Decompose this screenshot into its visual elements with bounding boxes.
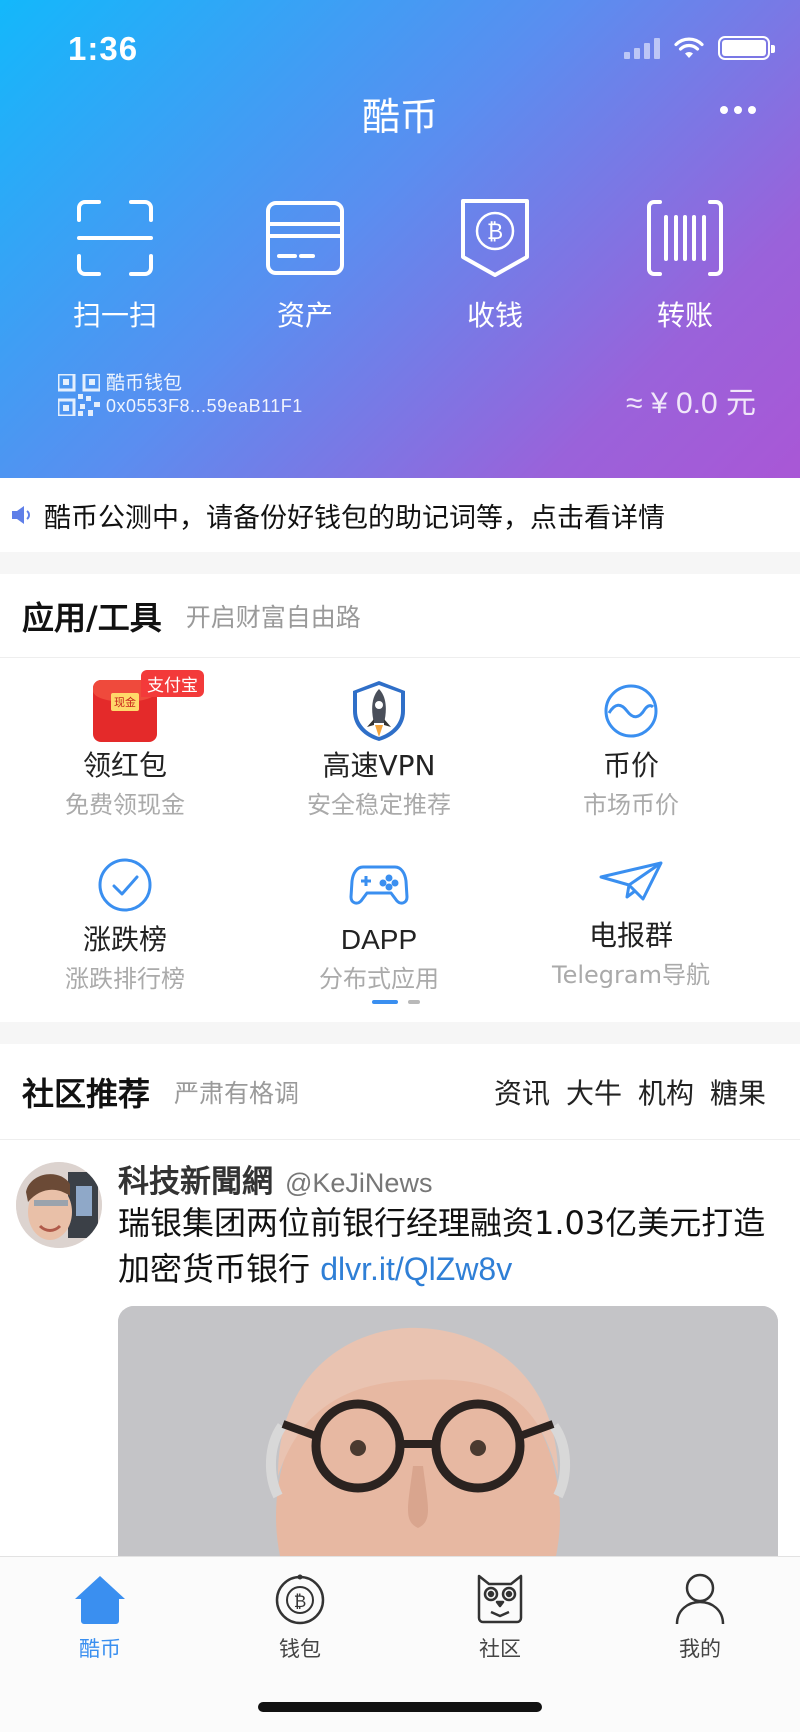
wallet-address: 0x0553F8...59eaB11F1 bbox=[106, 396, 303, 416]
tab-home[interactable]: 酷币 bbox=[0, 1571, 200, 1663]
filter-experts[interactable]: 大牛 bbox=[566, 1072, 622, 1112]
assets-button[interactable]: 资产 bbox=[210, 196, 400, 334]
tab-label: 钱包 bbox=[279, 1637, 321, 1661]
announcement-bar[interactable]: 酷币公测中，请备份好钱包的助记词等，点击看详情 bbox=[0, 478, 800, 552]
tool-name: 涨跌榜 bbox=[82, 923, 167, 956]
card-icon bbox=[263, 196, 347, 280]
tool-name: 币价 bbox=[602, 749, 659, 782]
red-packet-icon: 现金 支付宝 bbox=[90, 670, 204, 746]
user-icon bbox=[672, 1571, 728, 1627]
tool-desc: 安全稳定推荐 bbox=[307, 791, 451, 819]
filter-institutions[interactable]: 机构 bbox=[638, 1072, 694, 1112]
tab-label: 酷币 bbox=[79, 1637, 121, 1661]
tool-desc: 免费领现金 bbox=[65, 791, 185, 819]
battery-icon bbox=[718, 36, 775, 60]
tool-name: 电报群 bbox=[588, 919, 673, 952]
quick-actions: 扫一扫 资产 ₿ 收钱 转账 bbox=[0, 196, 800, 334]
wallet-info[interactable]: 酷币钱包 0x0553F8...59eaB11F1 bbox=[58, 372, 303, 418]
post-author: 科技新聞網 @KeJiNews bbox=[118, 1156, 432, 1201]
community-section-header: 社区推荐 严肃有格调 资讯 大牛 机构 糖果 bbox=[0, 1044, 800, 1140]
paper-plane-icon bbox=[596, 846, 666, 916]
wave-circle-icon bbox=[596, 676, 666, 746]
tool-dapp[interactable]: DAPP 分布式应用 bbox=[254, 850, 504, 994]
avatar[interactable] bbox=[16, 1162, 102, 1248]
tools-section-subtitle: 开启财富自由路 bbox=[185, 602, 361, 632]
author-handle[interactable]: @KeJiNews bbox=[285, 1168, 432, 1199]
scan-label: 扫一扫 bbox=[72, 299, 157, 332]
wallet-balance: ≈ ¥ 0.0 元 bbox=[626, 387, 756, 420]
tool-ranking[interactable]: 涨跌榜 涨跌排行榜 bbox=[0, 850, 250, 994]
tool-desc: 市场币价 bbox=[583, 791, 679, 819]
divider bbox=[0, 1022, 800, 1044]
cellular-signal-icon bbox=[624, 37, 660, 59]
bitcoin-wallet-icon: ₿ bbox=[272, 1571, 328, 1627]
qr-code-icon bbox=[58, 374, 100, 416]
tools-section-title: 应用/工具 bbox=[22, 598, 162, 637]
status-time: 1:36 bbox=[68, 30, 139, 67]
tool-telegram[interactable]: 电报群 Telegram导航 bbox=[506, 846, 756, 990]
feed-post[interactable]: 科技新聞網 @KeJiNews 瑞银集团两位前银行经理融资1.03亿美元打造加密… bbox=[0, 1140, 800, 1558]
cash-label: 现金 bbox=[111, 693, 139, 711]
post-text: 瑞银集团两位前银行经理融资1.03亿美元打造加密货币银行 dlvr.it/QlZ… bbox=[118, 1200, 788, 1292]
tab-community[interactable]: 社区 bbox=[400, 1571, 600, 1663]
community-section-title: 社区推荐 bbox=[22, 1074, 151, 1113]
more-options-button[interactable] bbox=[716, 100, 760, 120]
page-indicator bbox=[372, 1000, 420, 1004]
speaker-icon bbox=[10, 500, 38, 530]
post-link[interactable]: dlvr.it/QlZw8v bbox=[320, 1251, 512, 1287]
transfer-button[interactable]: 转账 bbox=[590, 196, 780, 334]
owl-icon bbox=[472, 1571, 528, 1627]
divider bbox=[0, 552, 800, 574]
post-image[interactable] bbox=[118, 1306, 778, 1558]
page-dot-active bbox=[372, 1000, 398, 1004]
tool-desc: 涨跌排行榜 bbox=[65, 965, 185, 993]
tool-name: 高速VPN bbox=[322, 749, 436, 782]
receive-label: 收钱 bbox=[466, 299, 523, 332]
tab-label: 社区 bbox=[479, 1637, 521, 1661]
wifi-icon bbox=[674, 37, 704, 58]
tool-red-packet[interactable]: 现金 支付宝 领红包 免费领现金 bbox=[0, 670, 250, 820]
check-circle-icon bbox=[90, 850, 160, 920]
tools-section-header: 应用/工具 开启财富自由路 bbox=[0, 574, 800, 658]
author-name[interactable]: 科技新聞網 bbox=[118, 1156, 273, 1201]
tool-vpn[interactable]: 高速VPN 安全稳定推荐 bbox=[254, 676, 504, 820]
alipay-badge: 支付宝 bbox=[141, 670, 204, 697]
scan-button[interactable]: 扫一扫 bbox=[20, 196, 210, 334]
tool-desc: 分布式应用 bbox=[319, 965, 439, 993]
status-bar: 1:36 bbox=[0, 0, 800, 96]
tools-grid: 现金 支付宝 领红包 免费领现金 高速VPN 安全稳定推荐 币价 市场币价 涨跌… bbox=[0, 660, 800, 1022]
receive-button[interactable]: ₿ 收钱 bbox=[400, 196, 590, 334]
app-title: 酷币 bbox=[361, 95, 438, 139]
rocket-shield-icon bbox=[344, 676, 414, 746]
transfer-barcode-icon bbox=[643, 196, 727, 280]
filter-news[interactable]: 资讯 bbox=[494, 1072, 550, 1112]
tool-name: 领红包 bbox=[82, 749, 167, 782]
tab-wallet[interactable]: ₿ 钱包 bbox=[200, 1571, 400, 1663]
svg-text:₿: ₿ bbox=[487, 220, 503, 245]
tab-label: 我的 bbox=[679, 1637, 721, 1661]
assets-label: 资产 bbox=[276, 299, 333, 332]
tool-coin-price[interactable]: 币价 市场币价 bbox=[506, 676, 756, 820]
tool-desc: Telegram导航 bbox=[552, 961, 710, 989]
wallet-name: 酷币钱包 bbox=[106, 372, 183, 394]
transfer-label: 转账 bbox=[656, 299, 713, 332]
bitcoin-receive-icon: ₿ bbox=[453, 196, 537, 280]
home-indicator bbox=[258, 1702, 542, 1712]
community-filter-links: 资讯 大牛 机构 糖果 bbox=[494, 1072, 766, 1112]
page-dot bbox=[408, 1000, 420, 1004]
tab-profile[interactable]: 我的 bbox=[600, 1571, 800, 1663]
home-icon bbox=[72, 1571, 128, 1627]
svg-text:₿: ₿ bbox=[294, 1592, 307, 1612]
tool-name: DAPP bbox=[340, 924, 418, 955]
gamepad-icon bbox=[344, 850, 414, 920]
scan-icon bbox=[73, 196, 157, 280]
status-icons bbox=[624, 36, 775, 60]
header-hero: 1:36 酷币 扫一扫 资产 ₿ 收钱 转账 酷币钱包 0x0553F8...5… bbox=[0, 0, 800, 478]
filter-airdrops[interactable]: 糖果 bbox=[710, 1072, 766, 1112]
community-section-subtitle: 严肃有格调 bbox=[174, 1078, 300, 1108]
announcement-text: 酷币公测中，请备份好钱包的助记词等，点击看详情 bbox=[44, 502, 665, 534]
